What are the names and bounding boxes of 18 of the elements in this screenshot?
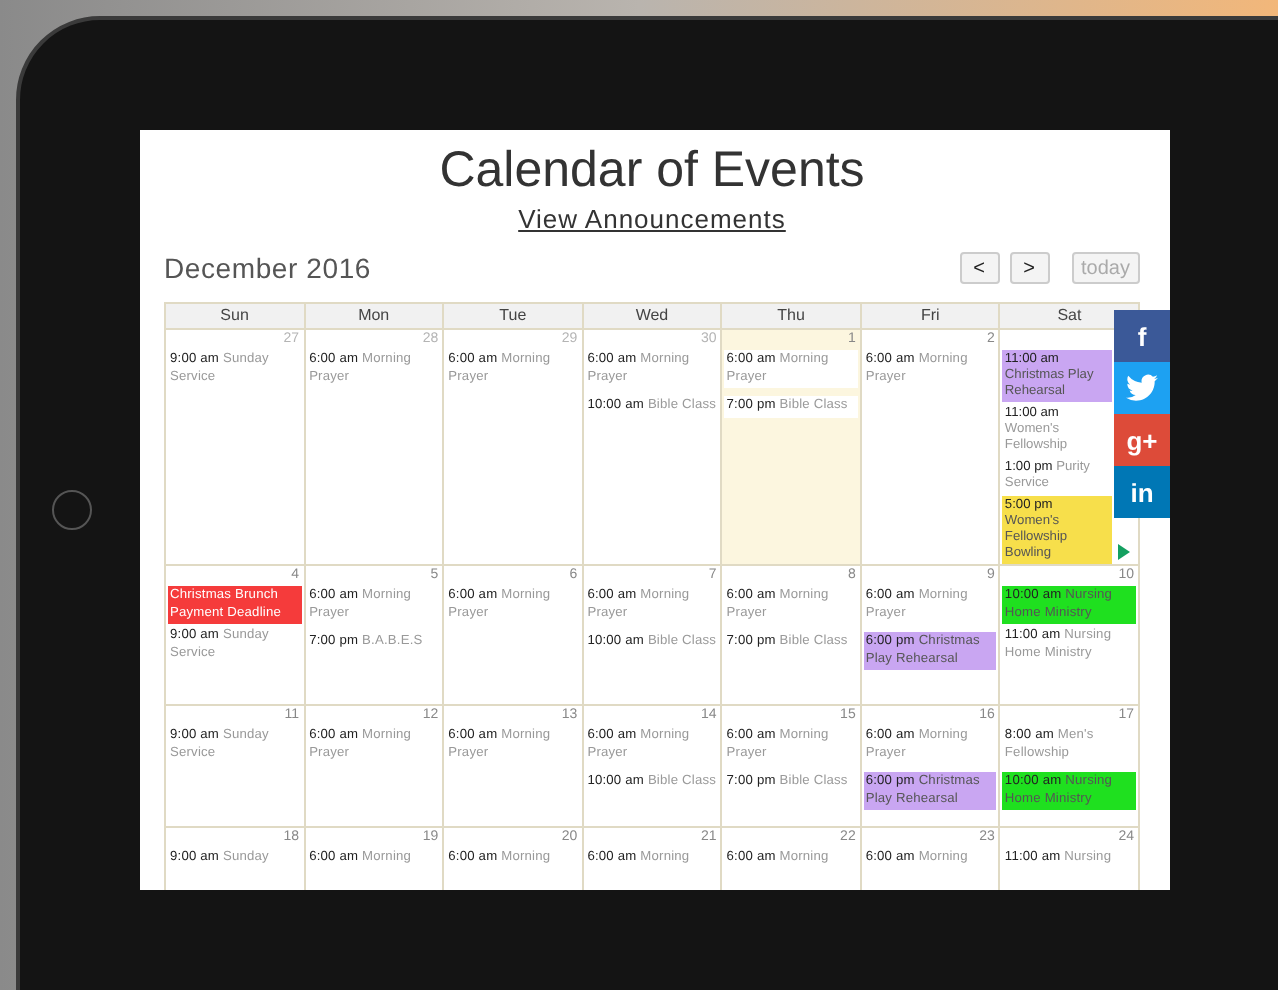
play-icon — [1118, 544, 1130, 560]
page-title: Calendar of Events — [437, 142, 867, 198]
bird-icon — [1126, 374, 1158, 402]
weekday-header: Mon — [305, 304, 445, 330]
share-button[interactable]: f — [1114, 310, 1170, 362]
weekday-header: Sun — [166, 304, 306, 330]
weekday-header: Thu — [722, 304, 862, 330]
share-button[interactable]: in — [1114, 466, 1170, 518]
share-button[interactable]: g+ — [1114, 414, 1170, 466]
share-button[interactable] — [1114, 362, 1170, 414]
home-button-icon — [52, 490, 92, 530]
announcements-link[interactable]: View Announcements — [518, 204, 786, 234]
nav-button[interactable]: > — [1009, 252, 1050, 284]
weekday-header: Wed — [583, 304, 723, 330]
weekday-header: Tue — [444, 304, 584, 330]
nav-button[interactable]: < — [959, 252, 1000, 284]
weekday-header: Fri — [861, 304, 1001, 330]
month-title: December 2016 — [164, 252, 372, 284]
